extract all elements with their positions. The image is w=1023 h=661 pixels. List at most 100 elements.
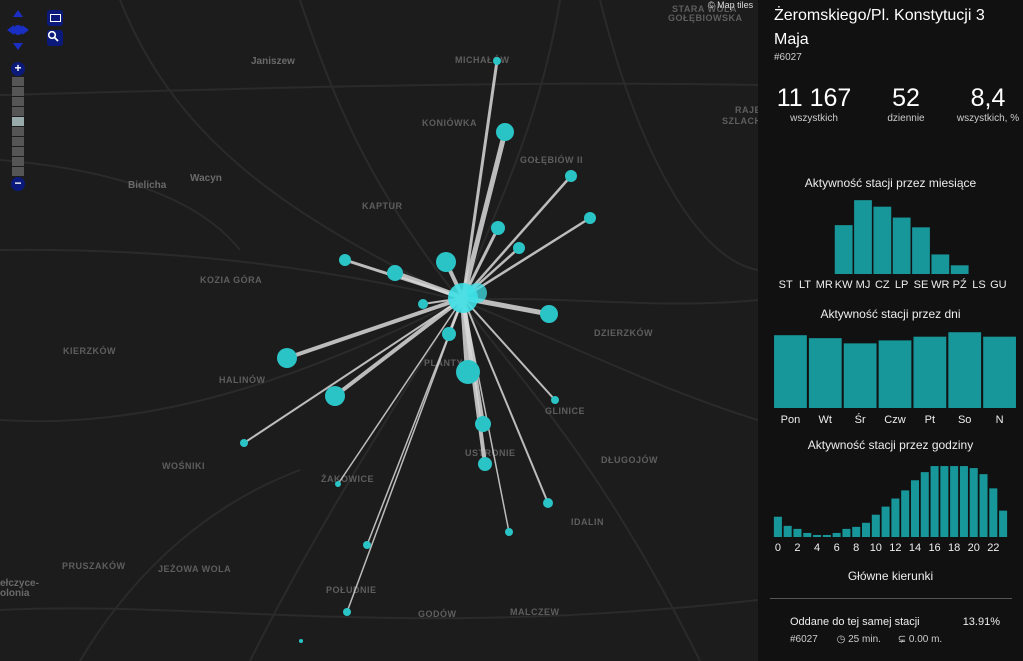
station-marker xyxy=(240,439,248,447)
zoom-step[interactable] xyxy=(12,137,24,146)
station-marker xyxy=(475,416,491,432)
stat-total-value: 11 167 xyxy=(776,84,852,112)
map-attribution[interactable]: © Map tiles xyxy=(708,0,753,10)
direction-item[interactable]: Oddane do tej samej stacji 13.91% xyxy=(790,616,1010,628)
station-marker xyxy=(387,265,403,281)
station-marker xyxy=(456,360,480,384)
chart-bar xyxy=(920,472,929,537)
chart-tick-label: CZ xyxy=(875,279,890,291)
chart-bar xyxy=(773,516,782,537)
chart-tick-label: LP xyxy=(895,279,908,291)
stat-total: 11 167 wszystkich xyxy=(770,84,858,125)
search-icon xyxy=(47,30,59,42)
chart-bar xyxy=(774,335,807,408)
chart-hours: 0 2 4 6 8 10 12 14 16 18 20 22 xyxy=(773,466,1008,554)
chart-bar xyxy=(950,265,969,274)
chart-tick-label: 18 xyxy=(948,542,960,554)
chart-tick-label: MJ xyxy=(856,279,871,291)
chart-bar xyxy=(803,532,812,537)
direction-name: Oddane do tej samej stacji xyxy=(790,616,920,628)
stat-daily-value: 52 xyxy=(892,84,920,112)
station-marker xyxy=(491,221,505,235)
zoom-step[interactable] xyxy=(12,147,24,156)
directions-title: Główne kierunki xyxy=(847,569,934,583)
zoom-step[interactable] xyxy=(12,157,24,166)
chart-bar xyxy=(892,217,911,274)
chart-bar xyxy=(901,490,910,537)
chart-bar xyxy=(808,338,842,408)
distance-icon: ⊊ xyxy=(897,634,907,645)
zoom-step[interactable] xyxy=(12,77,24,86)
zoom-step[interactable] xyxy=(12,97,24,106)
clock-icon: ◷ xyxy=(836,634,846,645)
chart-bar xyxy=(783,525,792,537)
chart-tick-label: Wt xyxy=(819,414,832,426)
zoom-in-button[interactable]: + xyxy=(11,62,25,76)
direction-time: 25 min. xyxy=(848,634,881,645)
station-marker xyxy=(299,639,303,643)
pan-arrows-icon[interactable] xyxy=(5,8,31,52)
station-marker xyxy=(513,242,525,254)
chart-bar xyxy=(871,514,880,537)
chart-bar xyxy=(979,474,988,537)
map-view[interactable]: STARA WOLA GOŁĘBIOWSKA Janiszew MICHAŁÓW RAJ… xyxy=(0,0,758,661)
zoom-step[interactable] xyxy=(12,117,24,126)
zoom-step[interactable] xyxy=(12,87,24,96)
stat-percent: 8,4 wszystkich, % xyxy=(956,84,1020,125)
chart-tick-label: MR xyxy=(816,279,833,291)
chart-bar xyxy=(854,200,872,274)
chart-tick-label: So xyxy=(958,414,971,426)
flow-line xyxy=(286,296,464,360)
chart-tick-label: 6 xyxy=(834,542,840,554)
chart-tick-label: ST xyxy=(779,279,793,291)
chart-tick-label: Śr xyxy=(855,413,866,426)
flow-line xyxy=(346,297,464,613)
station-marker xyxy=(442,327,456,341)
chart-bar xyxy=(989,488,998,537)
station-marker xyxy=(363,541,371,549)
chart-bar xyxy=(969,468,978,537)
zoom-bar[interactable]: + − xyxy=(10,62,26,191)
zoom-step[interactable] xyxy=(12,107,24,116)
chart-tick-label: 8 xyxy=(853,542,859,554)
chart-tick-label: 14 xyxy=(909,542,921,554)
chart-tick-label: 20 xyxy=(968,542,980,554)
zoom-slider[interactable] xyxy=(10,77,26,176)
station-marker xyxy=(540,305,558,323)
chart-bar xyxy=(852,526,861,537)
station-marker xyxy=(277,348,297,368)
zoom-step[interactable] xyxy=(12,167,24,176)
chart-bar xyxy=(931,254,950,274)
station-marker xyxy=(339,254,351,266)
chart-tick-label: 12 xyxy=(889,542,901,554)
chart-tick-label: PŹ xyxy=(953,278,967,291)
chart-bar xyxy=(983,336,1016,408)
chart-tick-label: N xyxy=(996,414,1004,426)
direction-id: #6027 xyxy=(790,634,818,645)
chart-hours-title: Aktywność stacji przez godziny xyxy=(807,438,974,452)
chart-bar xyxy=(873,206,892,274)
zoom-out-button[interactable]: − xyxy=(11,177,25,191)
chart-bar xyxy=(834,225,853,274)
chart-tick-label: WR xyxy=(931,279,949,291)
station-marker xyxy=(496,123,514,141)
chart-bar xyxy=(910,480,919,537)
chart-tick-label: LS xyxy=(972,279,985,291)
chart-tick-label: Pon xyxy=(781,414,801,426)
layers-button[interactable] xyxy=(47,10,63,26)
chart-tick-label: 16 xyxy=(928,542,940,554)
directions-divider xyxy=(770,598,1012,599)
search-button[interactable] xyxy=(47,30,63,46)
chart-bar xyxy=(999,510,1008,537)
stat-total-caption: wszystkich xyxy=(790,113,838,124)
station-id: #6027 xyxy=(774,52,802,63)
station-marker xyxy=(543,498,553,508)
zoom-step[interactable] xyxy=(12,127,24,136)
chart-bar xyxy=(913,336,947,408)
pan-control[interactable] xyxy=(5,8,31,52)
station-marker xyxy=(505,528,513,536)
chart-bar xyxy=(842,528,851,537)
stat-percent-caption: wszystkich, % xyxy=(956,113,1020,124)
chart-tick-label: LT xyxy=(799,279,811,291)
chart-bar xyxy=(940,466,949,537)
